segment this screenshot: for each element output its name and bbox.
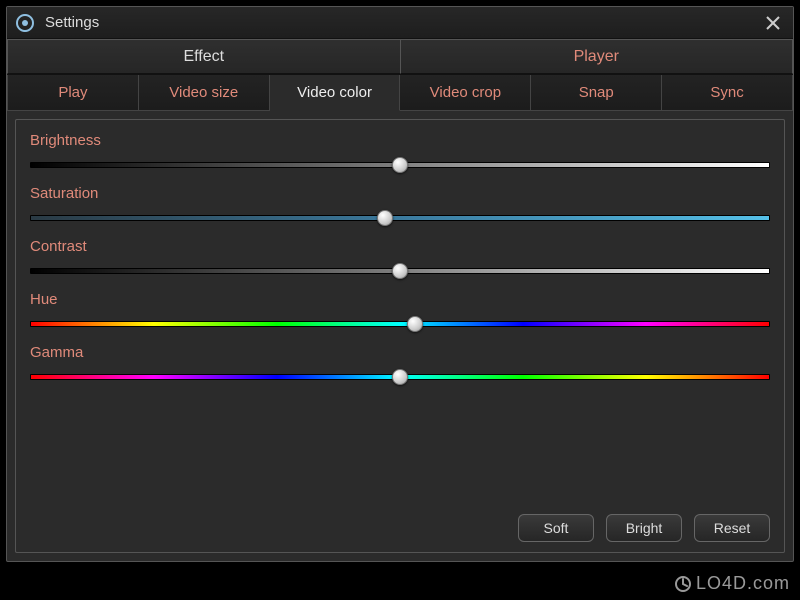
slider-label: Brightness (30, 132, 770, 149)
slider-track-hue[interactable] (30, 316, 770, 332)
subtab-label: Sync (710, 84, 743, 101)
track-bar (30, 215, 770, 221)
subtab-label: Video color (297, 84, 372, 101)
tab-label: Player (574, 48, 619, 66)
slider-hue: Hue (30, 291, 770, 332)
subtab-play[interactable]: Play (7, 75, 139, 111)
tab-player[interactable]: Player (401, 39, 794, 74)
slider-track-contrast[interactable] (30, 263, 770, 279)
slider-track-gamma[interactable] (30, 369, 770, 385)
window-title: Settings (45, 14, 761, 31)
slider-track-saturation[interactable] (30, 210, 770, 226)
track-bar (30, 321, 770, 327)
slider-brightness: Brightness (30, 132, 770, 173)
bright-button[interactable]: Bright (606, 514, 682, 542)
sub-tabs: Play Video size Video color Video crop S… (7, 75, 793, 111)
watermark-text: LO4D.com (696, 573, 790, 594)
subtab-video-size[interactable]: Video size (139, 75, 270, 111)
button-label: Soft (544, 520, 569, 536)
titlebar: Settings (7, 7, 793, 39)
close-icon[interactable] (761, 11, 785, 35)
subtab-label: Play (58, 84, 87, 101)
subtab-video-color[interactable]: Video color (270, 75, 401, 111)
watermark-icon (674, 575, 692, 593)
slider-label: Contrast (30, 238, 770, 255)
slider-label: Gamma (30, 344, 770, 361)
slider-thumb[interactable] (392, 263, 408, 279)
slider-label: Saturation (30, 185, 770, 202)
slider-label: Hue (30, 291, 770, 308)
slider-thumb[interactable] (392, 369, 408, 385)
slider-thumb[interactable] (407, 316, 423, 332)
soft-button[interactable]: Soft (518, 514, 594, 542)
subtab-label: Snap (579, 84, 614, 101)
reset-button[interactable]: Reset (694, 514, 770, 542)
content-panel: Brightness Saturation Contrast Hue (15, 119, 785, 553)
slider-thumb[interactable] (392, 157, 408, 173)
tab-label: Effect (183, 48, 224, 66)
main-tabs: Effect Player (7, 39, 793, 75)
subtab-label: Video crop (430, 84, 501, 101)
slider-gamma: Gamma (30, 344, 770, 385)
slider-track-brightness[interactable] (30, 157, 770, 173)
subtab-snap[interactable]: Snap (531, 75, 662, 111)
slider-thumb[interactable] (377, 210, 393, 226)
app-icon (15, 13, 35, 33)
subtab-label: Video size (169, 84, 238, 101)
settings-window: Settings Effect Player Play Video size V… (6, 6, 794, 562)
watermark: LO4D.com (674, 573, 790, 594)
button-label: Bright (626, 520, 663, 536)
slider-contrast: Contrast (30, 238, 770, 279)
subtab-video-crop[interactable]: Video crop (400, 75, 531, 111)
slider-saturation: Saturation (30, 185, 770, 226)
button-label: Reset (714, 520, 751, 536)
button-row: Soft Bright Reset (30, 508, 770, 542)
tab-effect[interactable]: Effect (7, 39, 401, 74)
subtab-sync[interactable]: Sync (662, 75, 793, 111)
